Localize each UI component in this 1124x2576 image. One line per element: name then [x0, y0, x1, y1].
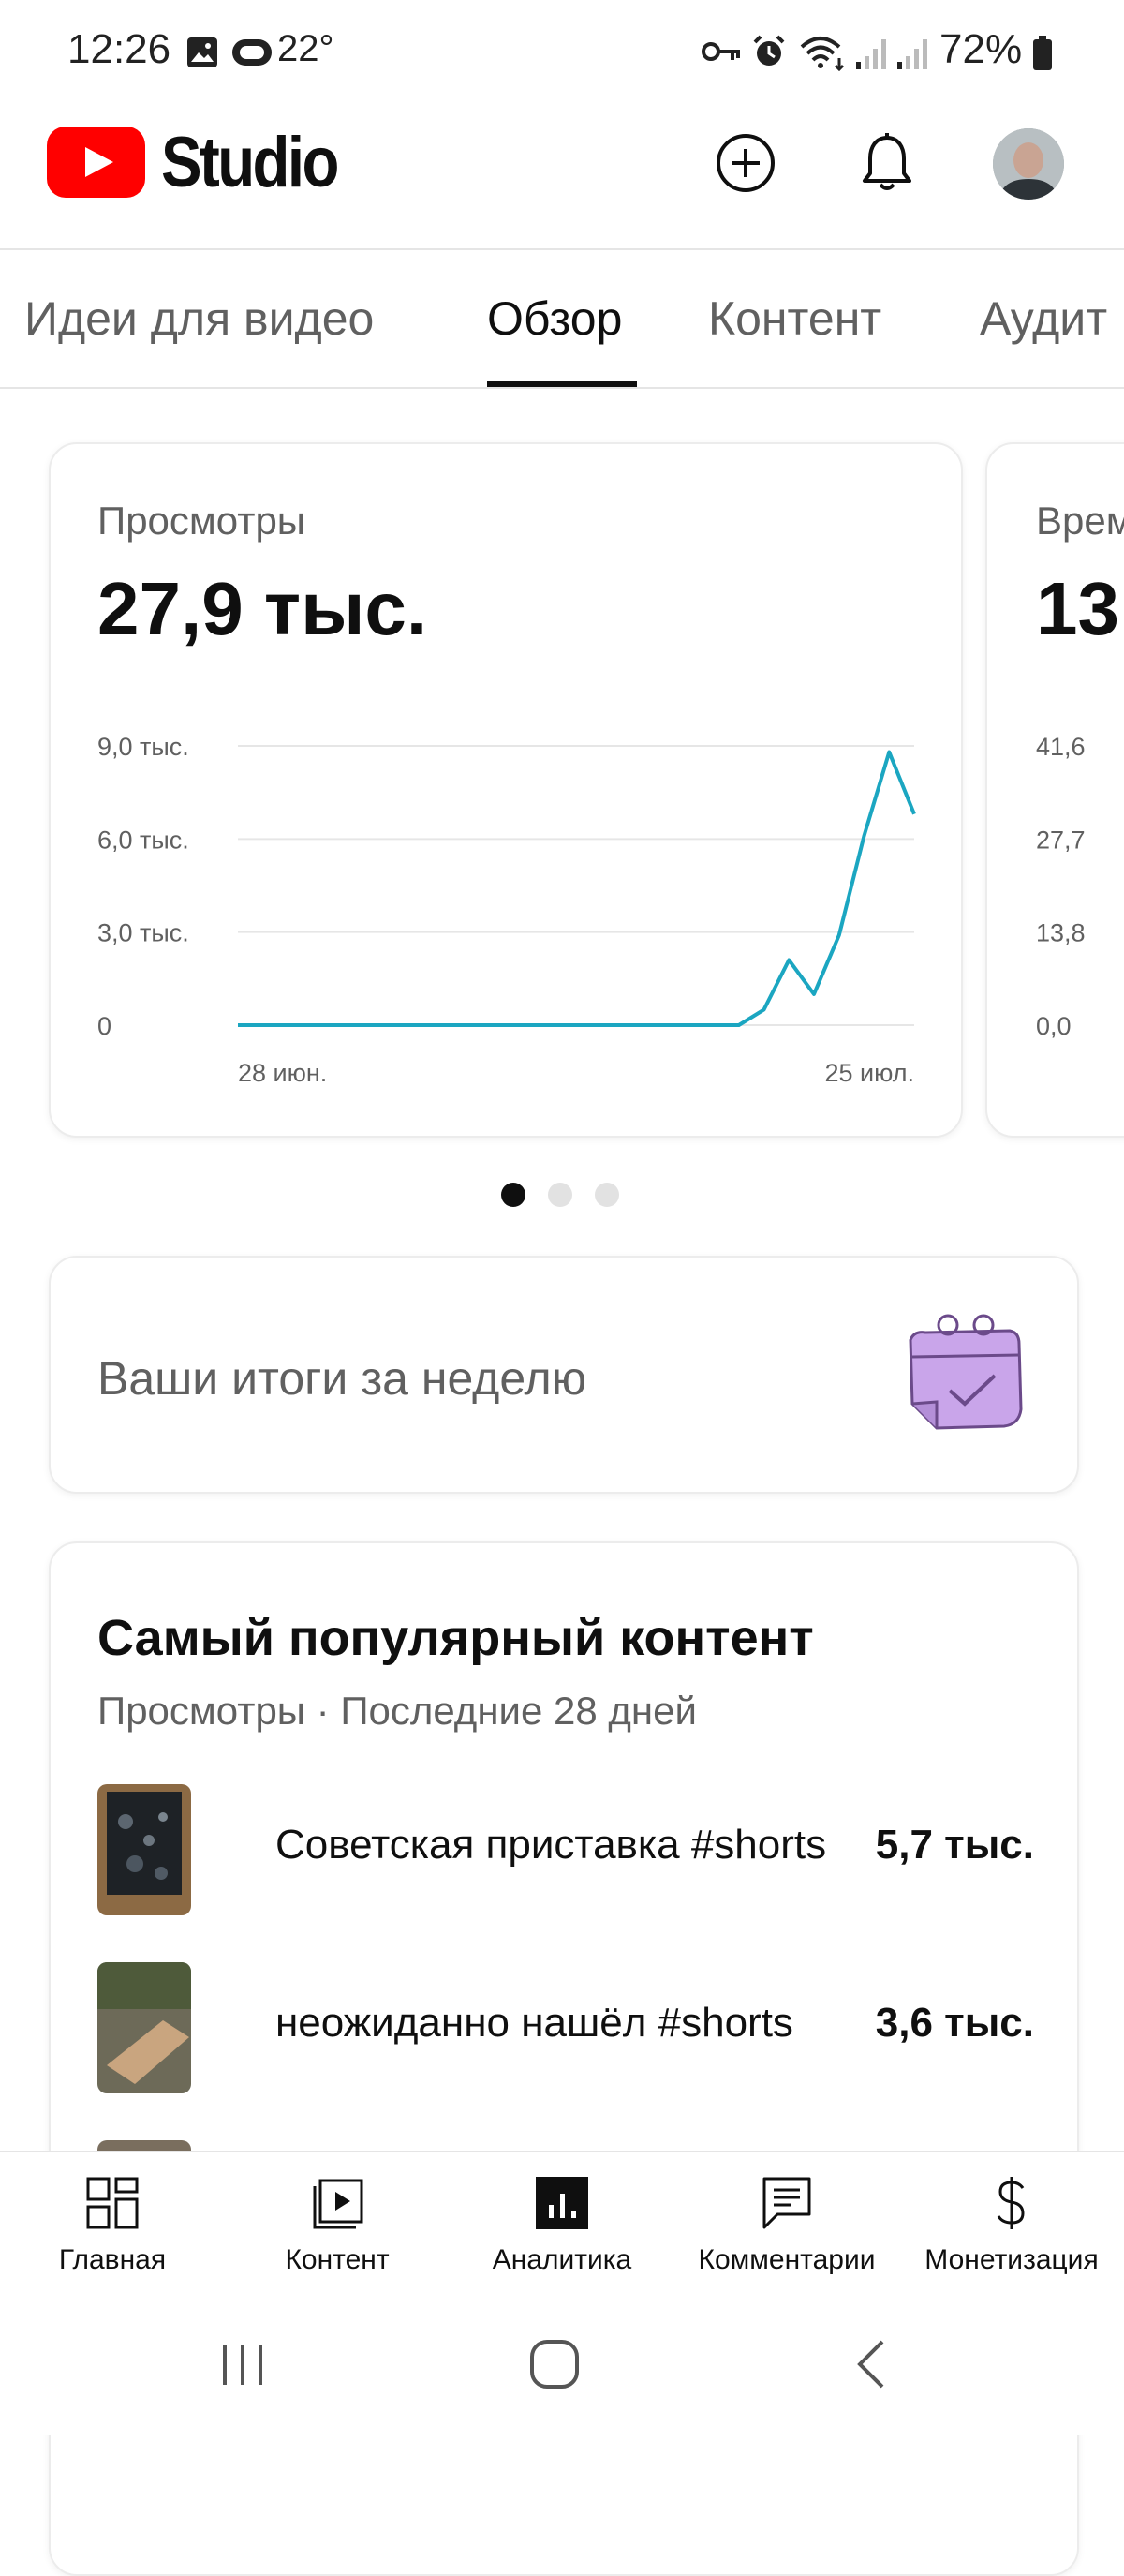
- create-button[interactable]: [708, 126, 783, 201]
- pager-dot[interactable]: [548, 1183, 572, 1207]
- avatar-image: [993, 128, 1064, 200]
- dashboard-icon: [86, 2177, 139, 2229]
- nav-monetization[interactable]: Монетизация: [918, 2152, 1105, 2302]
- nav-comments[interactable]: Комментарии: [693, 2152, 880, 2302]
- nav-dashboard[interactable]: Главная: [19, 2152, 206, 2302]
- nav-label: Контент: [285, 2244, 390, 2275]
- battery-icon: [1033, 36, 1052, 70]
- x-tick-label: 28 июн.: [238, 1059, 327, 1087]
- screen-record-icon: [232, 39, 272, 66]
- y-tick-label: 9,0 тыс.: [97, 733, 189, 761]
- avatar[interactable]: [993, 128, 1064, 200]
- weekly-summary-card[interactable]: Ваши итоги за неделю: [49, 1256, 1079, 1494]
- key-icon: [702, 42, 740, 61]
- comments-icon: [762, 2177, 811, 2229]
- tab-bar: Идеи для видео Обзор Контент Аудит: [0, 250, 1124, 389]
- home-icon[interactable]: [528, 2338, 581, 2390]
- status-bar: 12:26 22° 72%: [0, 0, 1124, 103]
- pager-dot[interactable]: [595, 1183, 619, 1207]
- watch-time-chart: 41,6 27,7 13,8 0,0: [1036, 733, 1086, 1040]
- tab-ideas[interactable]: Идеи для видео: [24, 291, 374, 346]
- notifications-button[interactable]: [850, 126, 924, 201]
- weekly-summary-text: Ваши итоги за неделю: [97, 1352, 587, 1405]
- content-icon: [313, 2179, 363, 2229]
- nav-content[interactable]: Контент: [244, 2152, 431, 2302]
- video-thumbnail: [97, 1784, 191, 1915]
- y-tick-label: 6,0 тыс.: [97, 826, 189, 854]
- app-header: Studio: [0, 103, 1124, 250]
- video-views: 3,6 тыс.: [875, 2000, 1034, 2046]
- status-temperature: 22°: [277, 28, 334, 69]
- signal-icon: [856, 39, 886, 69]
- active-tab-indicator: [487, 381, 637, 387]
- video-title: неожиданно нашёл #shorts: [275, 2000, 793, 2046]
- y-tick-label: 13,8: [1036, 919, 1086, 947]
- calendar-check-icon: [909, 1314, 1023, 1430]
- popular-title: Самый популярный контент: [97, 1610, 814, 1666]
- watch-time-card[interactable]: Врем 13 41,6 27,7 13,8 0,0: [985, 442, 1124, 1138]
- nav-label: Монетизация: [924, 2244, 1099, 2275]
- series-line: [238, 750, 916, 1027]
- plus-circle-icon: [717, 134, 775, 192]
- status-battery: 72%: [939, 26, 1023, 72]
- views-card[interactable]: Просмотры 27,9 тыс. 9,0 тыс. 6,0 тыс. 3,0 …: [49, 442, 963, 1138]
- pager-dot[interactable]: [501, 1183, 525, 1207]
- video-thumbnail: [97, 1962, 191, 2093]
- x-tick-label: 25 июл.: [824, 1059, 914, 1087]
- list-item[interactable]: неожиданно нашёл #shorts 3,6 тыс.: [97, 1962, 1034, 2093]
- tab-content[interactable]: Контент: [708, 291, 881, 346]
- gallery-icon: [187, 37, 217, 67]
- y-tick-label: 27,7: [1036, 826, 1086, 854]
- recent-apps-icon[interactable]: [217, 2340, 268, 2390]
- alarm-icon: [753, 35, 785, 66]
- youtube-logo-icon: [47, 127, 145, 198]
- list-item[interactable]: Советская приставка #shorts 5,7 тыс.: [97, 1784, 1034, 1915]
- status-time: 12:26: [67, 26, 171, 72]
- y-tick-label: 0: [97, 1012, 111, 1040]
- back-icon[interactable]: [852, 2338, 890, 2390]
- signal-icon-2: [897, 39, 927, 69]
- carousel-pager: [501, 1183, 623, 1211]
- bell-icon: [863, 133, 911, 190]
- bottom-navigation: Главная Контент Аналитика Комментарии Мо…: [0, 2151, 1124, 2302]
- system-navigation-bar: [0, 2301, 1124, 2435]
- nav-label: Главная: [58, 2244, 167, 2275]
- y-tick-label: 0,0: [1036, 1012, 1072, 1040]
- nav-analytics[interactable]: Аналитика: [468, 2152, 656, 2302]
- tab-audience[interactable]: Аудит: [980, 291, 1107, 346]
- views-chart: 9,0 тыс. 6,0 тыс. 3,0 тыс. 0 28 июн. 25 июл.: [97, 733, 916, 1087]
- popular-subtitle: Просмотры · Последние 28 дней: [97, 1689, 697, 1733]
- studio-logo-text: Studio: [161, 123, 339, 202]
- y-tick-label: 3,0 тыс.: [97, 919, 189, 947]
- analytics-icon: [536, 2177, 588, 2229]
- video-title: Советская приставка #shorts: [275, 1822, 827, 1868]
- nav-label: Аналитика: [492, 2244, 632, 2275]
- video-views: 5,7 тыс.: [875, 1822, 1034, 1868]
- wifi-icon: [800, 37, 845, 71]
- nav-label: Комментарии: [698, 2244, 876, 2275]
- tab-overview[interactable]: Обзор: [487, 291, 622, 346]
- monetization-icon: [997, 2177, 1025, 2229]
- y-tick-label: 41,6: [1036, 733, 1086, 761]
